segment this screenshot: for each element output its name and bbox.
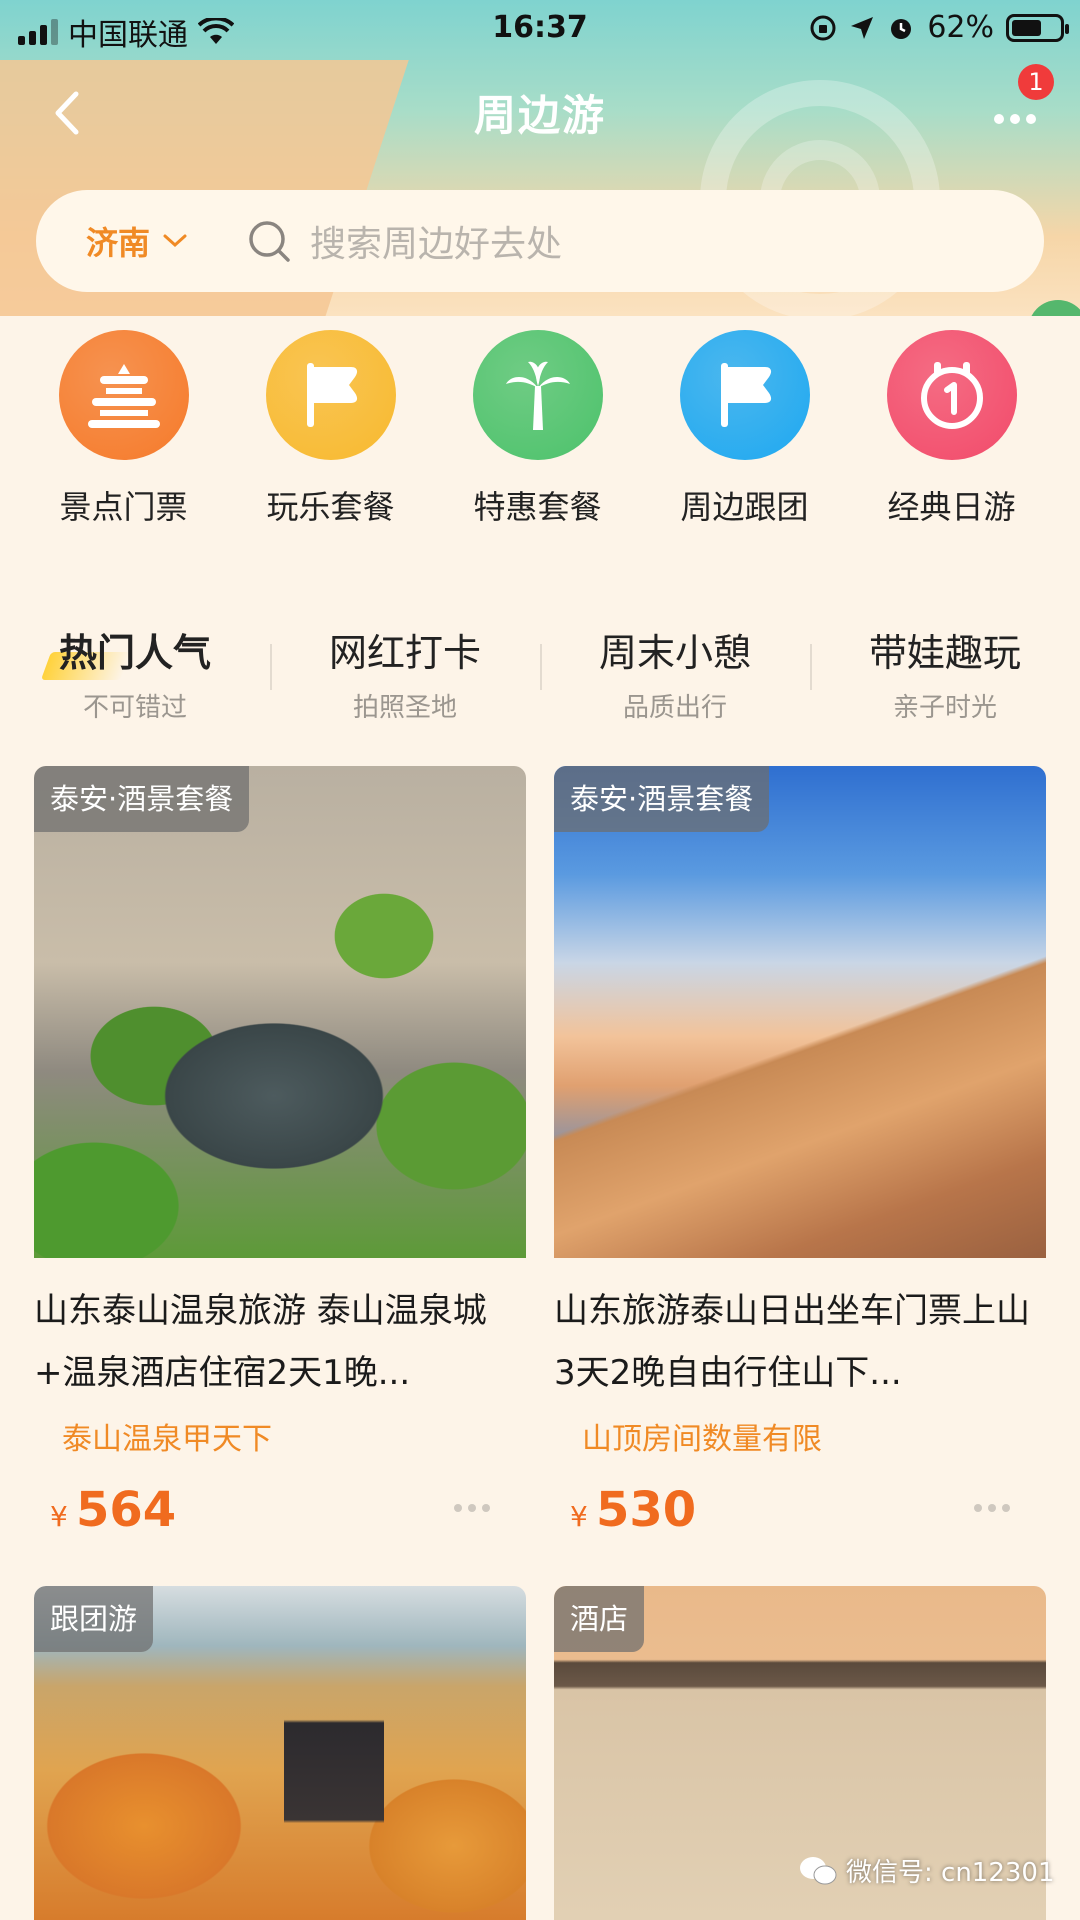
category-label: 周边跟团: [680, 488, 809, 526]
category-day-trips[interactable]: 经典日游: [848, 330, 1055, 528]
calendar-day-icon: [920, 362, 983, 429]
category-label: 玩乐套餐: [266, 488, 395, 526]
category-icon-circle: [58, 330, 189, 460]
temple-icon: [87, 364, 160, 428]
search-input[interactable]: 搜索周边好去处: [310, 215, 562, 267]
tab-subtitle: 亲子时光: [892, 693, 997, 723]
status-bar: 中国联通 16:37 62%: [0, 0, 1080, 54]
card-tag: 泰安·酒景套餐: [34, 766, 250, 832]
product-image-hot-spring: 泰安·酒景套餐: [34, 766, 526, 1258]
watermark-text: 微信号: cn12301: [846, 1858, 1055, 1888]
city-selector[interactable]: 济南: [86, 218, 188, 264]
category-special-deals[interactable]: 特惠套餐: [434, 330, 641, 528]
card-title: 山东旅游泰山日出坐车门票上山3天2晚自由行住山下...: [554, 1291, 1030, 1393]
alarm-icon: [891, 18, 912, 39]
page-title: 周边游: [473, 91, 606, 140]
tab-title: 周末小憩: [598, 631, 751, 675]
tab-subtitle: 不可错过: [82, 693, 187, 723]
card-more-icon[interactable]: [974, 1504, 1010, 1512]
notification-badge: 1: [1018, 64, 1054, 100]
filter-tabs: 热门人气 不可错过 网红打卡 拍照圣地 周末小憩 品质出行 带娃趣玩 亲子时光: [0, 622, 1080, 724]
card-tag: 酒店: [554, 1586, 645, 1652]
tab-family[interactable]: 带娃趣玩 亲子时光: [810, 622, 1080, 724]
navigation-bar: 周边游: [0, 70, 1080, 150]
tab-subtitle: 品质出行: [622, 693, 727, 723]
card-title: 山东泰山温泉旅游 泰山温泉城+温泉酒店住宿2天1晚...: [34, 1291, 487, 1393]
search-bar[interactable]: 济南 搜索周边好去处: [36, 190, 1044, 292]
product-card[interactable]: 泰安·酒景套餐 山东泰山温泉旅游 泰山温泉城+温泉酒店住宿2天1晚... 泰山温…: [34, 766, 526, 1542]
card-promo: 泰山温泉甲天下: [62, 1422, 272, 1457]
wechat-icon: [800, 1856, 837, 1884]
category-grid: 景点门票 玩乐套餐 特惠套餐 周边跟团 经典日游: [0, 330, 1080, 530]
more-options-button[interactable]: [984, 98, 1044, 138]
product-card[interactable]: 泰安·酒景套餐 山东旅游泰山日出坐车门票上山3天2晚自由行住山下... 山顶房间…: [554, 766, 1046, 1542]
watermark: 微信号: cn12301: [798, 1852, 1055, 1889]
product-image-pagoda: 跟团游: [34, 1586, 526, 1920]
currency-symbol: ¥: [570, 1500, 588, 1533]
rotation-lock-icon: [810, 15, 836, 40]
category-icon-circle: [886, 330, 1017, 460]
flag-icon: [720, 363, 771, 427]
tab-title: 热门人气: [58, 631, 211, 675]
category-fun-packages[interactable]: 玩乐套餐: [227, 330, 434, 528]
currency-symbol: ¥: [50, 1500, 68, 1533]
category-tickets[interactable]: 景点门票: [20, 330, 227, 528]
tab-weekend[interactable]: 周末小憩 品质出行: [540, 622, 810, 724]
card-tag: 跟团游: [34, 1586, 154, 1652]
product-image-mountain-sunrise: 泰安·酒景套餐: [554, 766, 1046, 1258]
category-group-tours[interactable]: 周边跟团: [641, 330, 848, 528]
card-price: 564: [76, 1482, 177, 1538]
tab-title: 网红打卡: [328, 631, 481, 675]
battery-percent: 62%: [927, 10, 994, 45]
city-name: 济南: [86, 224, 151, 262]
category-icon-circle: [472, 330, 603, 460]
chevron-down-icon: [163, 234, 187, 248]
battery-icon: [1006, 13, 1069, 42]
location-arrow-icon: [851, 16, 874, 39]
category-label: 特惠套餐: [473, 488, 602, 526]
card-price: 530: [596, 1482, 697, 1538]
palm-tree-icon: [505, 361, 570, 430]
category-icon-circle: [265, 330, 396, 460]
category-icon-circle: [679, 330, 810, 460]
tab-popular[interactable]: 热门人气 不可错过: [0, 622, 270, 724]
category-label: 经典日游: [887, 488, 1016, 526]
tab-title: 带娃趣玩: [868, 631, 1021, 675]
card-promo: 山顶房间数量有限: [582, 1422, 822, 1457]
search-icon: [249, 221, 290, 262]
more-dots-icon: [994, 114, 1036, 124]
category-label: 景点门票: [59, 488, 188, 526]
product-card[interactable]: 跟团游: [34, 1586, 526, 1920]
tab-subtitle: 拍照圣地: [352, 693, 457, 723]
card-more-icon[interactable]: [454, 1504, 490, 1512]
card-tag: 泰安·酒景套餐: [554, 766, 770, 832]
tab-photo-spots[interactable]: 网红打卡 拍照圣地: [270, 622, 540, 724]
flag-icon: [306, 363, 357, 427]
